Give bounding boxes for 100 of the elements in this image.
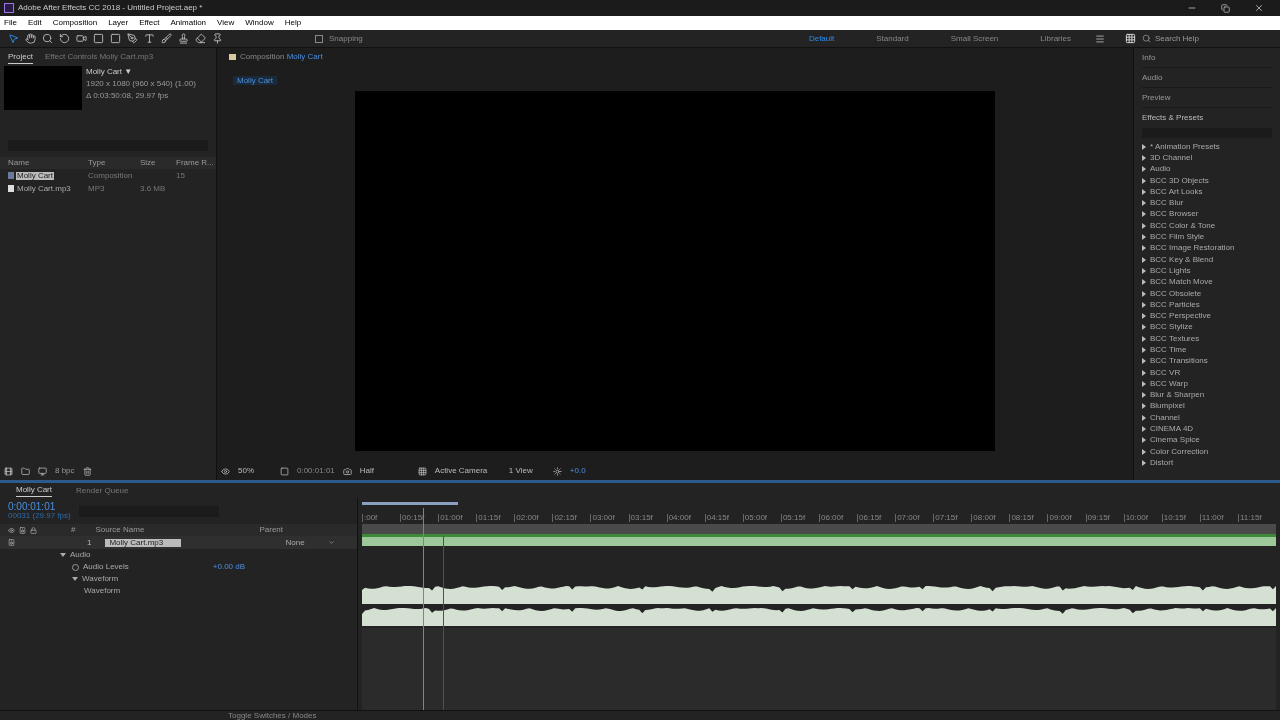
effect-category[interactable]: BCC Stylize	[1150, 323, 1193, 332]
panel-title[interactable]: Audio	[1142, 71, 1163, 84]
layer-name[interactable]: Molly Cart.mp3	[105, 538, 182, 547]
effect-category[interactable]: Distort	[1150, 458, 1174, 467]
workspace-tab[interactable]: Default	[790, 32, 853, 45]
type-tool-icon[interactable]	[144, 33, 155, 44]
exposure-icon[interactable]	[552, 466, 562, 476]
timeline-tab[interactable]: Molly Cart	[16, 484, 52, 497]
shape-tool-icon[interactable]	[93, 33, 104, 44]
expand-triangle-icon[interactable]	[60, 553, 66, 557]
effect-category[interactable]: BCC Film Style	[1150, 233, 1205, 241]
effect-category[interactable]: BCC Art Looks	[1150, 187, 1203, 196]
audio-icon[interactable]	[19, 526, 26, 534]
effect-category[interactable]: BCC Particles	[1150, 300, 1200, 309]
panel-tab[interactable]: Effect Controls Molly Cart.mp3	[44, 50, 154, 64]
menu-item[interactable]: Layer	[108, 17, 129, 29]
hand-tool-icon[interactable]	[25, 33, 36, 44]
effect-category[interactable]: BCC Blur	[1150, 199, 1184, 208]
grid-icon[interactable]	[417, 466, 427, 476]
work-area-bar[interactable]	[362, 501, 458, 505]
menu-item[interactable]: Help	[284, 17, 302, 29]
selection-tool-icon[interactable]	[8, 33, 19, 44]
pin-tool-icon[interactable]	[212, 33, 223, 44]
search-icon[interactable]	[1142, 34, 1151, 43]
menu-item[interactable]: Composition	[52, 17, 98, 29]
effect-category[interactable]: BCC Match Move	[1150, 278, 1213, 287]
eye-icon[interactable]	[221, 466, 230, 476]
current-time[interactable]: 0:00:01:01	[297, 465, 335, 477]
zoom-dropdown[interactable]: 50%	[238, 465, 272, 477]
project-item[interactable]: Molly Cart.mp3	[16, 184, 72, 193]
effect-category[interactable]: Blumpixel	[1150, 402, 1185, 411]
folder-icon[interactable]	[21, 466, 30, 476]
footer-toggle[interactable]: Toggle Switches / Modes	[228, 711, 317, 720]
audio-icon[interactable]	[8, 539, 15, 546]
parent-dropdown[interactable]: None	[285, 538, 336, 547]
expand-triangle-icon[interactable]	[72, 577, 78, 581]
snapping-checkbox[interactable]	[315, 34, 323, 43]
effect-category[interactable]: BCC Obsolete	[1150, 289, 1202, 298]
effect-category[interactable]: BCC Transitions	[1150, 357, 1208, 366]
eye-icon[interactable]	[8, 526, 15, 534]
effect-category[interactable]: Cinema Spice	[1150, 436, 1200, 445]
restore-icon[interactable]	[1221, 3, 1230, 13]
column-title[interactable]: Size	[140, 159, 176, 167]
effect-category[interactable]: BCC Perspective	[1150, 312, 1211, 321]
workspace-tab[interactable]: Small Screen	[932, 32, 1017, 45]
panel-title[interactable]: Preview	[1142, 91, 1171, 104]
effect-category[interactable]: BCC Lights	[1150, 266, 1191, 275]
workspace-tab[interactable]: Standard	[858, 32, 927, 45]
menu-item[interactable]: Window	[245, 17, 274, 29]
brush-tool-icon[interactable]	[161, 33, 172, 44]
column-title[interactable]: Frame R...	[176, 159, 216, 167]
panel-title[interactable]: Effects & Presets	[1142, 112, 1204, 124]
effect-category[interactable]: 3D Channel	[1150, 153, 1193, 162]
menu-item[interactable]: Edit	[27, 17, 42, 29]
effect-category[interactable]: Audio	[1150, 165, 1171, 174]
bit-depth[interactable]: 8 bpc	[55, 465, 75, 477]
panel-title[interactable]: Info	[1142, 51, 1156, 64]
effect-category[interactable]: Channel	[1150, 413, 1180, 422]
breadcrumb[interactable]: Molly Cart	[233, 76, 277, 85]
menu-item[interactable]: Animation	[170, 17, 207, 29]
workspace-tab[interactable]: Libraries	[1022, 32, 1089, 45]
view-dropdown[interactable]: 1 View	[508, 465, 545, 477]
camera-dropdown[interactable]: Active Camera	[434, 465, 501, 477]
eraser-tool-icon[interactable]	[195, 33, 206, 44]
exposure-value[interactable]: +0.0	[569, 465, 586, 477]
menu-item[interactable]: File	[4, 17, 17, 29]
effect-category[interactable]: Color Correction	[1150, 447, 1209, 456]
panel-tab[interactable]: Project	[8, 50, 33, 64]
stamp-tool-icon[interactable]	[178, 33, 189, 44]
effect-category[interactable]: * Animation Presets	[1150, 142, 1220, 151]
pen-tool-icon[interactable]	[127, 33, 138, 44]
composition-tab[interactable]: Composition Molly Cart	[240, 51, 323, 63]
resolution-dropdown[interactable]: Half	[359, 465, 410, 477]
timeline-tab[interactable]: Render Queue	[76, 484, 129, 497]
close-icon[interactable]	[1254, 3, 1264, 13]
effect-category[interactable]: Blur & Sharpen	[1150, 391, 1205, 400]
effect-category[interactable]: CINEMA 4D	[1150, 425, 1194, 434]
column-title[interactable]: Name	[8, 159, 88, 167]
search-help-field[interactable]: Search Help	[1155, 32, 1255, 45]
menu-icon[interactable]	[1095, 33, 1105, 44]
effect-category[interactable]: BCC Color & Tone	[1150, 221, 1216, 230]
timecode[interactable]: 0:00:01:01	[8, 502, 71, 512]
effect-category[interactable]: BCC Image Restoration	[1150, 244, 1235, 253]
property-value[interactable]: +0.00 dB	[212, 563, 246, 571]
menu-item[interactable]: View	[217, 17, 235, 29]
project-item[interactable]: Molly Cart	[16, 171, 54, 180]
grid-icon[interactable]	[1125, 33, 1136, 44]
menu-item[interactable]: Effect	[139, 17, 160, 29]
camera-icon[interactable]	[342, 466, 352, 476]
layer-row[interactable]: 1 Molly Cart.mp3 None	[0, 536, 357, 549]
effect-category[interactable]: BCC 3D Objects	[1150, 176, 1209, 185]
effect-category[interactable]: BCC Time	[1150, 346, 1187, 354]
rotate-tool-icon[interactable]	[59, 33, 70, 44]
camera-tool-icon[interactable]	[76, 33, 87, 44]
effect-category[interactable]: BCC Textures	[1150, 334, 1200, 343]
effect-category[interactable]: BCC Browser	[1150, 210, 1199, 219]
film-icon[interactable]	[4, 466, 13, 476]
effect-category[interactable]: BCC Warp	[1150, 379, 1188, 388]
trash-icon[interactable]	[82, 466, 92, 476]
column-title[interactable]: Type	[88, 159, 140, 167]
